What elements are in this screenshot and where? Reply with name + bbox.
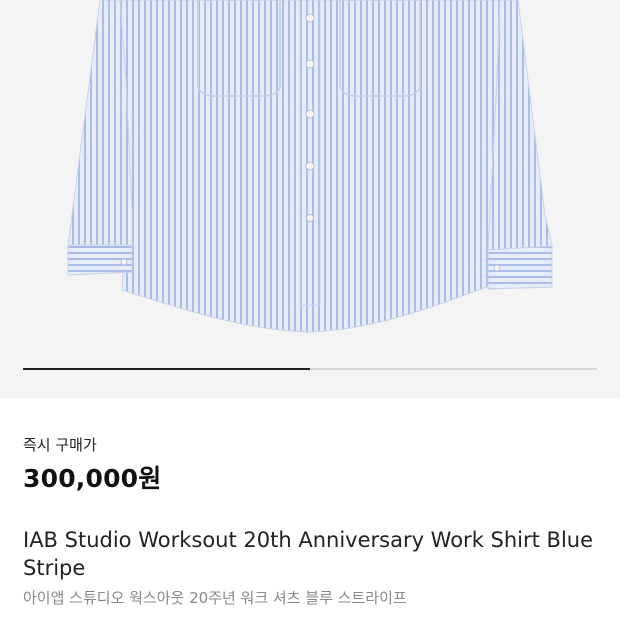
product-image[interactable] [0,0,620,398]
price-label: 즉시 구매가 [23,436,97,454]
price-value: 300,000원 [23,464,162,493]
shirt-photo [67,0,553,333]
product-title-en: IAB Studio Worksout 20th Anniversary Wor… [23,528,594,580]
image-pager-indicator [23,368,310,370]
product-title-ko: 아이앱 스튜디오 웍스아웃 20주년 워크 셔츠 블루 스트라이프 [23,589,407,607]
image-pager-track[interactable] [23,368,597,370]
product-info: 즉시 구매가 300,000원 IAB Studio Worksout 20th… [0,398,620,620]
